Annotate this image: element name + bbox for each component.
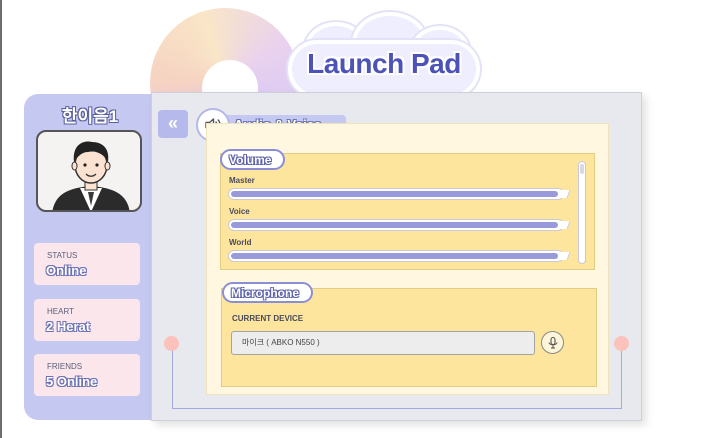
voice-slider[interactable]	[228, 219, 571, 231]
voice-slider-fill	[231, 222, 558, 228]
scroll-thumb[interactable]	[580, 164, 584, 174]
world-slider[interactable]	[228, 250, 571, 262]
user-name: 한이음1	[61, 107, 119, 126]
heart-card: HEART 2 Herat	[34, 299, 140, 341]
world-slider-fill	[231, 253, 558, 259]
status-label: STATUS	[47, 251, 78, 260]
window-edge	[0, 0, 2, 438]
world-label: World	[229, 238, 252, 247]
volume-scrollbar[interactable]	[578, 161, 586, 264]
left-dot	[164, 336, 179, 351]
friends-card[interactable]: FRIENDS 5 Online	[34, 354, 140, 396]
app-title: Launch Pad	[307, 48, 461, 79]
title-cloud: Launch Pad	[282, 12, 482, 98]
heart-label: HEART	[47, 307, 74, 316]
right-dot	[614, 336, 629, 351]
friends-value: 5 Online	[46, 374, 98, 389]
status-card: STATUS Online	[34, 243, 140, 285]
master-label: Master	[229, 176, 255, 185]
back-button[interactable]: «	[158, 110, 188, 138]
current-device-label: CURRENT DEVICE	[232, 314, 304, 323]
person-avatar	[36, 130, 142, 212]
master-slider[interactable]	[228, 188, 571, 200]
profile-panel: 한이음1 STATUS Online HEART 2 Herat FRIENDS…	[24, 94, 156, 420]
friends-label: FRIENDS	[47, 362, 83, 371]
voice-label: Voice	[229, 207, 250, 216]
heart-value: 2 Herat	[46, 319, 91, 334]
connector-line	[172, 344, 622, 409]
status-value: Online	[46, 263, 87, 278]
microphone-title: Microphone	[222, 282, 313, 303]
person-avatar-icon	[52, 141, 130, 210]
volume-title: Volume	[220, 149, 286, 170]
double-chevron-left-icon: «	[167, 113, 178, 133]
master-slider-fill	[231, 191, 558, 197]
